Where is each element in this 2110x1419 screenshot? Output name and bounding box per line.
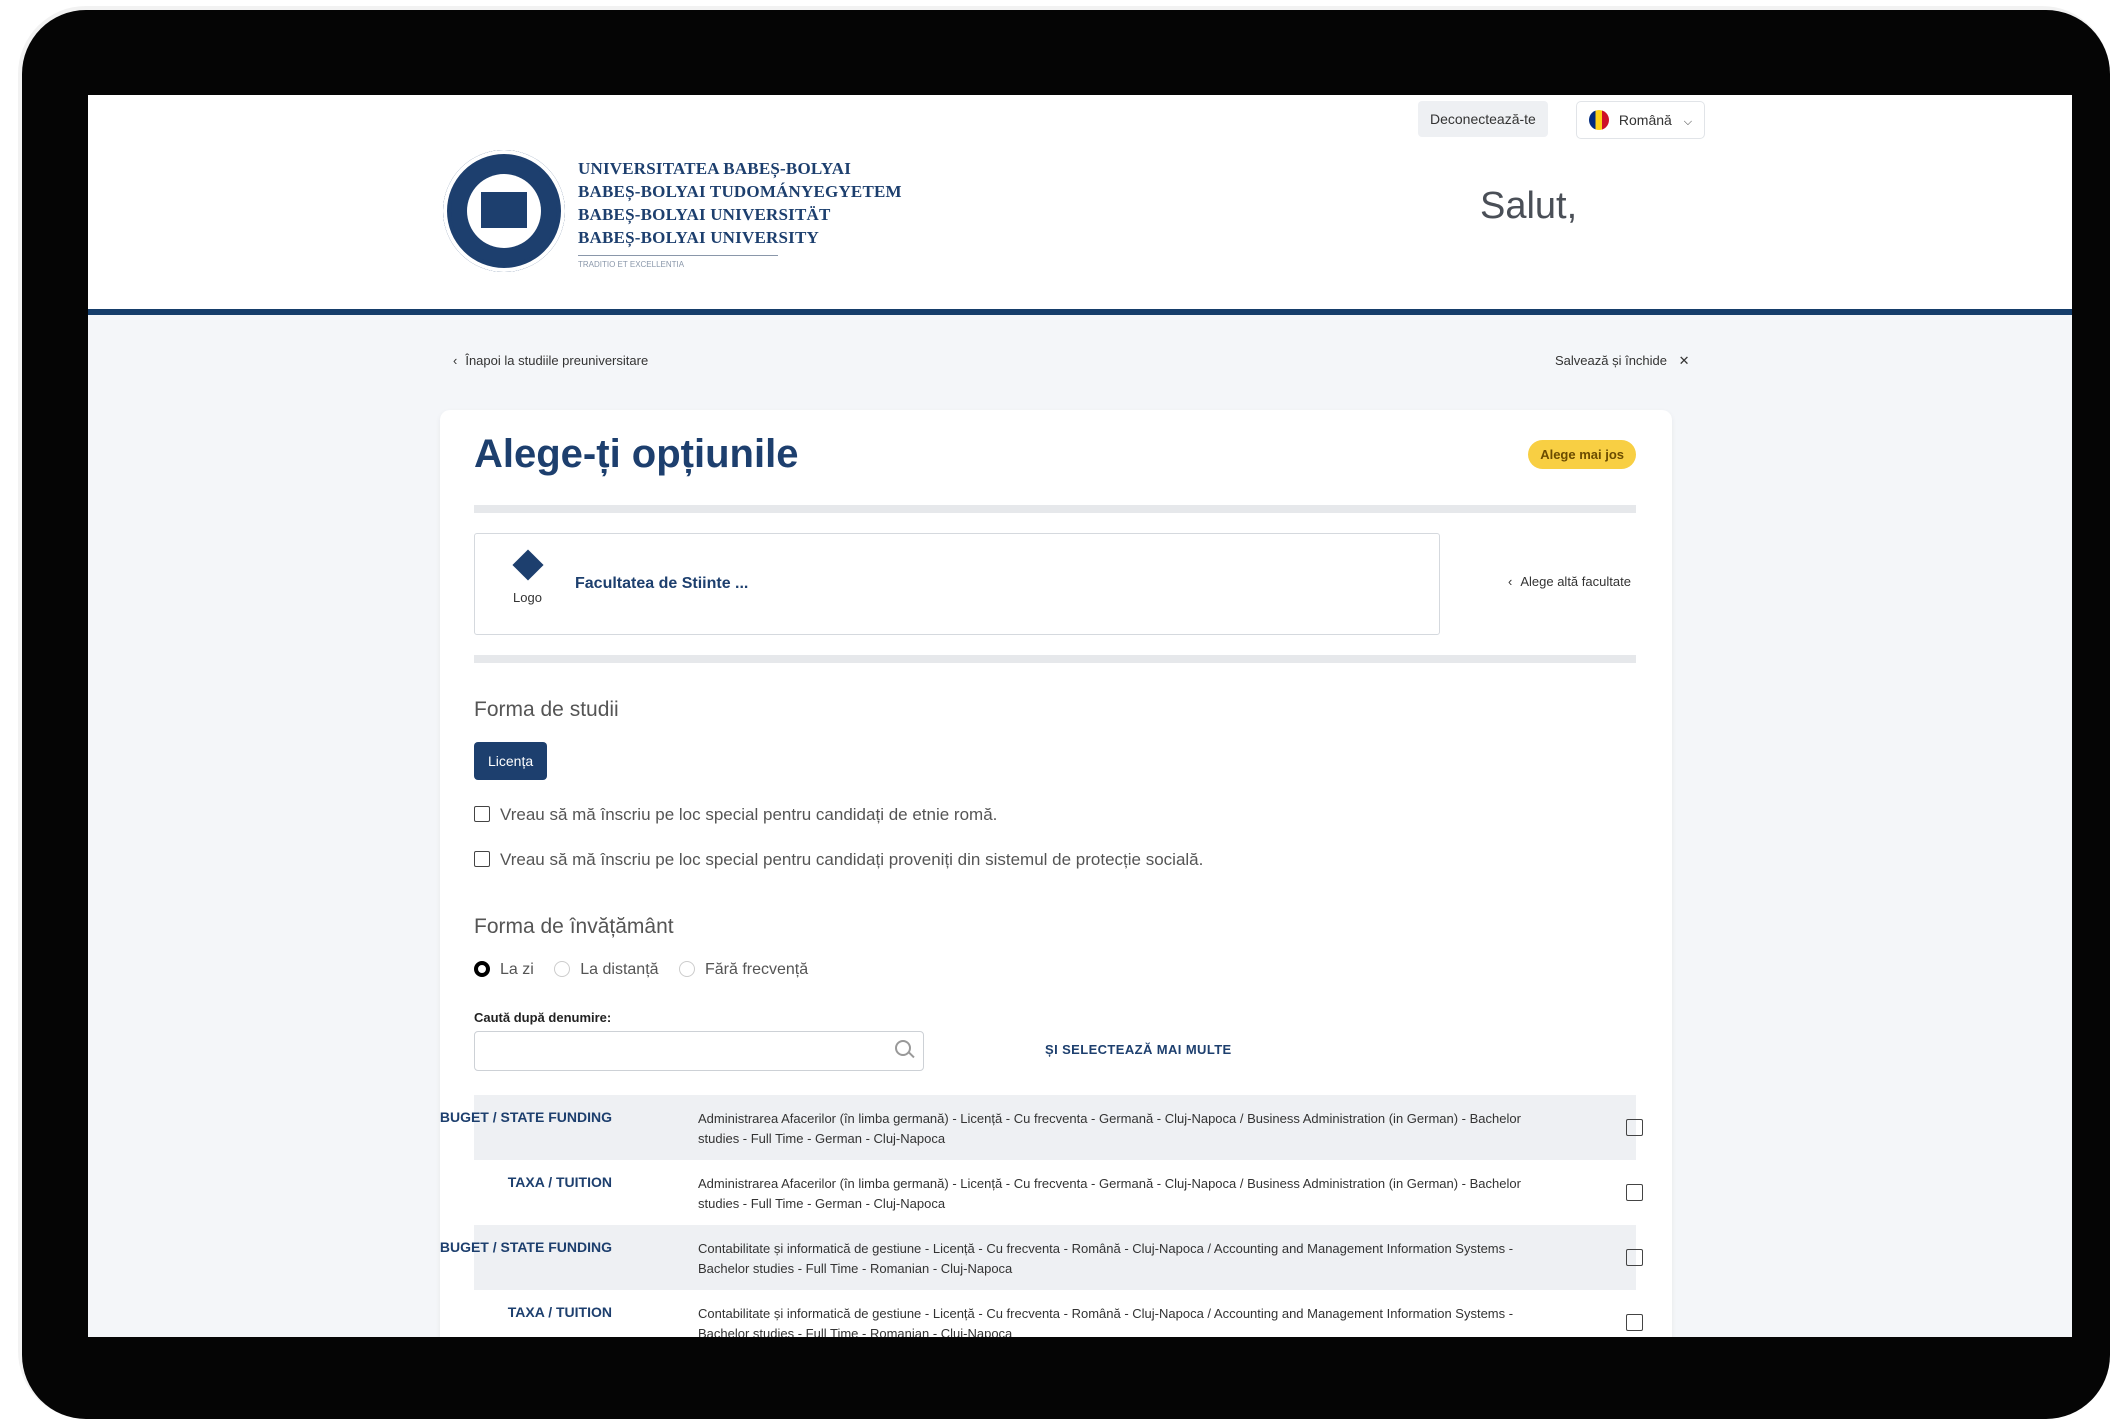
- checkbox[interactable]: [474, 806, 490, 822]
- screen: UNIVERSITATEA BABEȘ-BOLYAI BABEȘ-BOLYAI …: [88, 95, 2072, 1337]
- options-card: Alege-ți opțiunile Alege mai jos Logo Fa…: [440, 410, 1672, 1337]
- radio-icon: [678, 961, 695, 977]
- programs-table: BUGET / STATE FUNDING Administrarea Afac…: [440, 1095, 1643, 1337]
- special-roma-option[interactable]: Vreau să mă înscriu pe loc special pentr…: [474, 805, 997, 825]
- select-multiple-link[interactable]: ȘI SELECTEAZĂ MAI MULTE: [1045, 1042, 1232, 1057]
- close-icon: ✕: [1678, 353, 1690, 368]
- program-checkbox[interactable]: [1626, 1184, 1643, 1201]
- table-row: TAXA / TUITION Contabilitate și informat…: [474, 1290, 1643, 1337]
- search-label: Caută după denumire:: [474, 1010, 612, 1025]
- radio-la-zi[interactable]: La zi: [474, 961, 534, 979]
- table-row: TAXA / TUITION Administrarea Afacerilor …: [474, 1160, 1643, 1225]
- checkbox[interactable]: [474, 851, 490, 867]
- chevron-left-icon: ‹: [1508, 574, 1513, 589]
- back-link[interactable]: ‹ Înapoi la studiile preuniversitare: [453, 353, 648, 368]
- table-row: BUGET / STATE FUNDING Contabilitate și i…: [440, 1225, 1643, 1290]
- language-label: Română: [1618, 112, 1672, 128]
- faculty-name: Facultatea de Stiinte ...: [575, 575, 749, 592]
- table-row: BUGET / STATE FUNDING Administrarea Afac…: [440, 1095, 1643, 1160]
- radio-la-distanta[interactable]: La distanță: [554, 961, 659, 979]
- seal-inner: [467, 174, 541, 248]
- program-checkbox[interactable]: [1626, 1314, 1643, 1331]
- university-name-ro: UNIVERSITATEA BABEȘ-BOLYAI: [578, 159, 852, 178]
- program-checkbox[interactable]: [1626, 1119, 1643, 1136]
- program-name: Administrarea Afacerilor (în limba germa…: [698, 1176, 1521, 1211]
- header: UNIVERSITATEA BABEȘ-BOLYAI BABEȘ-BOLYAI …: [88, 95, 2072, 315]
- university-seal-logo: [443, 150, 565, 272]
- search-field[interactable]: [474, 1031, 924, 1071]
- search-input[interactable]: [485, 1038, 869, 1064]
- study-form-label: Forma de studii: [474, 698, 619, 721]
- radio-label: La zi: [500, 961, 534, 978]
- page-title: Alege-ți opțiunile: [474, 432, 799, 476]
- funding-type: TAXA / TUITION: [507, 1174, 612, 1190]
- save-close-button[interactable]: Salvează și închide ✕: [1555, 353, 1690, 369]
- study-form-licenta-button[interactable]: Licența: [474, 742, 548, 780]
- program-checkbox[interactable]: [1626, 1249, 1643, 1266]
- radio-icon: [554, 961, 571, 977]
- special-social-label: Vreau să mă înscriu pe loc special pentr…: [500, 850, 1204, 869]
- funding-type: BUGET / STATE FUNDING: [439, 1109, 612, 1125]
- education-form-radio-group: La zi La distanță Fără frecvență: [474, 961, 824, 979]
- university-name-en: BABEȘ-BOLYAI UNIVERSITY: [578, 228, 819, 247]
- faculty-logo-icon: [512, 549, 544, 581]
- university-name-hu: BABEȘ-BOLYAI TUDOMÁNYEGYETEM: [578, 182, 902, 201]
- funding-type: TAXA / TUITION: [507, 1304, 612, 1320]
- program-name: Contabilitate și informatică de gestiune…: [698, 1306, 1514, 1337]
- faculty-logo-label: Logo: [513, 590, 542, 605]
- radio-fara-frecventa[interactable]: Fără frecvență: [678, 961, 809, 979]
- education-form-label: Forma de învățământ: [474, 915, 674, 938]
- special-social-option[interactable]: Vreau să mă înscriu pe loc special pentr…: [474, 850, 1203, 870]
- program-name: Contabilitate și informatică de gestiune…: [698, 1241, 1514, 1276]
- back-link-label: Înapoi la studiile preuniversitare: [465, 353, 649, 368]
- book-icon: [481, 192, 527, 228]
- search-icon: [895, 1040, 911, 1056]
- logout-button[interactable]: Deconectează-te: [1418, 101, 1548, 137]
- language-selector[interactable]: Română ⌵: [1576, 101, 1706, 139]
- chevron-left-icon: ‹: [453, 353, 458, 368]
- greeting: Salut,: [1480, 185, 1578, 227]
- university-name-de: BABEȘ-BOLYAI UNIVERSITÄT: [578, 205, 831, 224]
- save-close-label: Salvează și închide: [1555, 353, 1668, 368]
- divider: [474, 505, 1636, 513]
- special-roma-label: Vreau să mă înscriu pe loc special pentr…: [500, 805, 998, 824]
- radio-selected-icon: [474, 961, 490, 977]
- change-faculty-label: Alege altă facultate: [1520, 574, 1631, 589]
- funding-type: BUGET / STATE FUNDING: [439, 1239, 612, 1255]
- divider: [474, 655, 1636, 663]
- radio-label: Fără frecvență: [704, 961, 809, 978]
- radio-label: La distanță: [580, 961, 659, 978]
- program-name: Administrarea Afacerilor (în limba germa…: [698, 1111, 1521, 1146]
- university-motto: TRADITIO ET EXCELLENTIA: [578, 255, 778, 269]
- faculty-card: Logo Facultatea de Stiinte ...: [474, 533, 1440, 635]
- chevron-down-icon: ⌵: [1683, 116, 1693, 128]
- romania-flag-icon: [1589, 110, 1609, 130]
- status-badge: Alege mai jos: [1528, 440, 1636, 469]
- university-name-block: UNIVERSITATEA BABEȘ-BOLYAI BABEȘ-BOLYAI …: [578, 157, 902, 269]
- change-faculty-link[interactable]: ‹ Alege altă facultate: [1508, 574, 1631, 589]
